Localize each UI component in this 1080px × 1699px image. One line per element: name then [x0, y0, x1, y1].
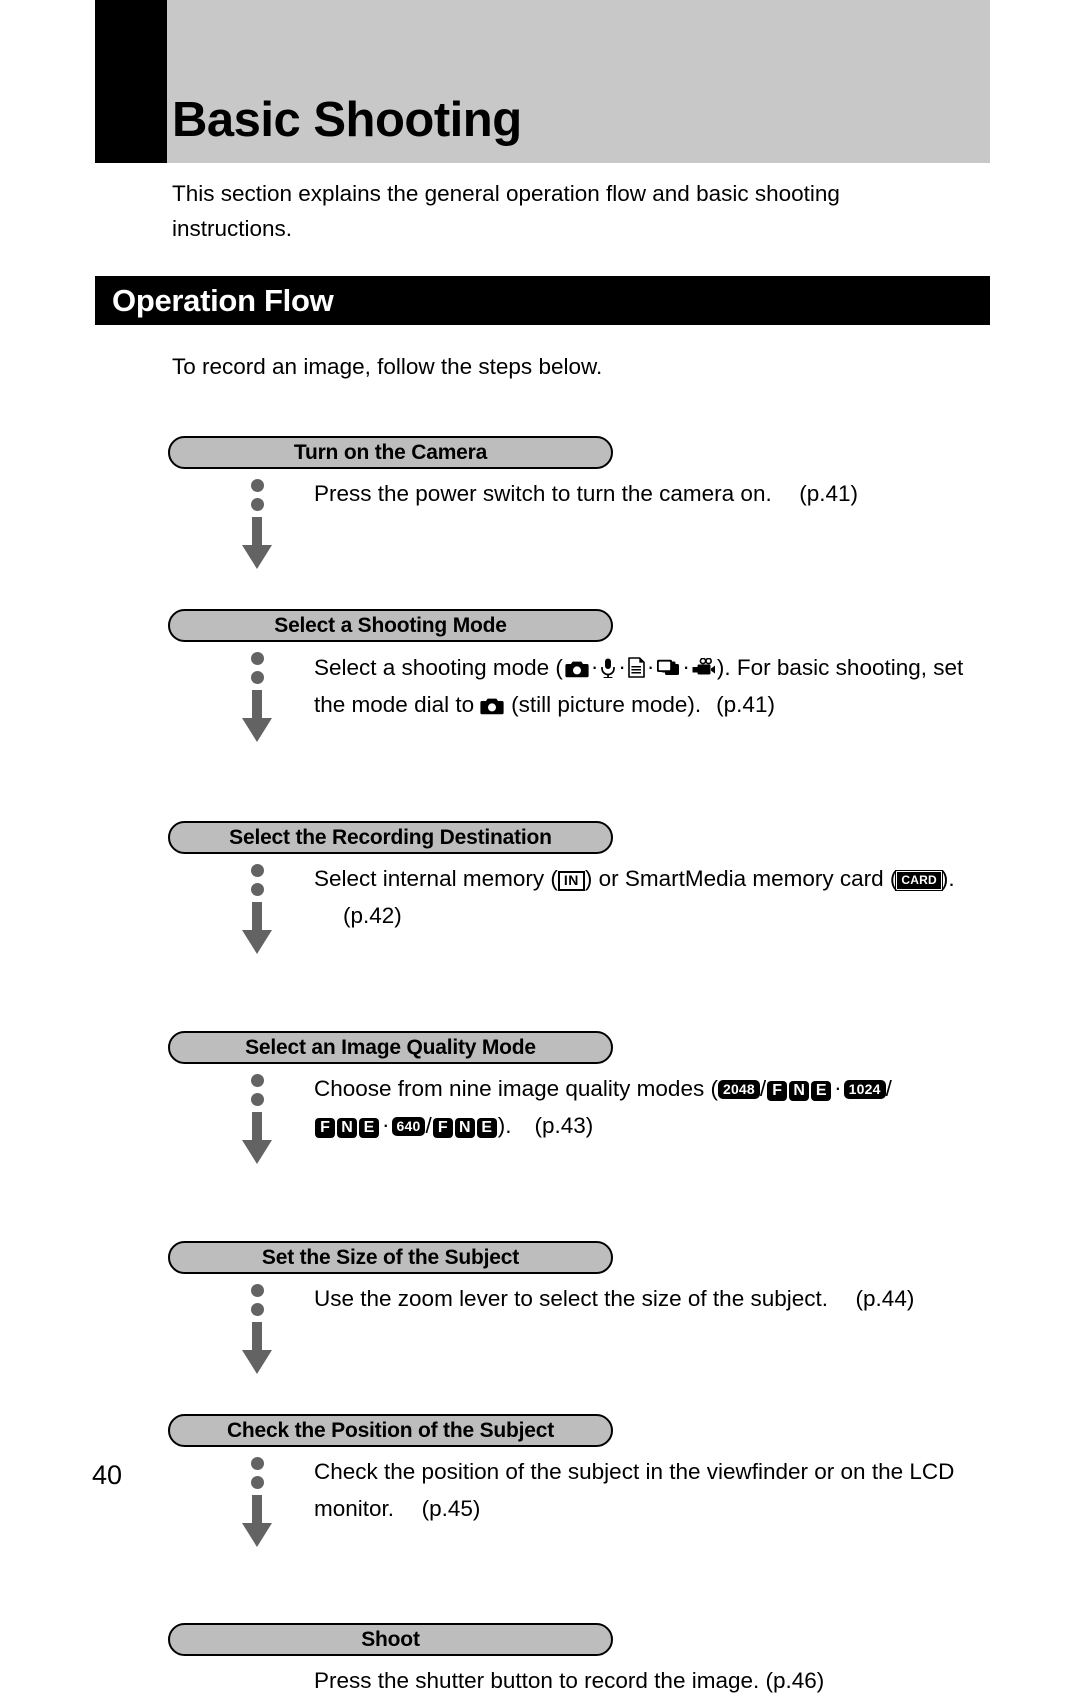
flow-step-select-an-image-quality-mode: Select an Image Quality Mode Choose from…	[168, 1031, 998, 1164]
flow-step-shoot: Shoot Press the shutter button to record…	[168, 1623, 998, 1699]
resolution-badge-2048: 2048	[717, 1080, 760, 1099]
flow-step-description: Select a shooting mode (· · · ·). For basic…	[314, 642, 994, 723]
step-text: Press the shutter button to record the i…	[314, 1668, 825, 1693]
quality-badge-e: E	[811, 1081, 832, 1101]
chapter-header-banner: Basic Shooting	[95, 0, 990, 163]
multi-shot-icon	[656, 659, 680, 678]
flow-step-description: Use the zoom lever to select the size of…	[314, 1274, 994, 1317]
quality-badge-f: F	[432, 1118, 453, 1138]
flow-step-label: Check the Position of the Subject	[168, 1414, 613, 1447]
section-title: Operation Flow	[112, 283, 334, 318]
quality-badge-n: N	[789, 1081, 810, 1101]
step-text: Use the zoom lever to select the size of…	[314, 1286, 829, 1311]
flow-step-label: Set the Size of the Subject	[168, 1241, 613, 1274]
step-text: ).	[497, 1113, 512, 1138]
page-reference: (p.45)	[421, 1496, 481, 1521]
flow-step-description: Select internal memory (IN) or SmartMedi…	[314, 854, 994, 934]
operation-flow-diagram: Turn on the Camera Press the power switc…	[168, 436, 998, 1699]
memory-card-badge: CARD	[895, 870, 943, 891]
separator-dot: ·	[646, 654, 655, 679]
step-text: Press the power switch to turn the camer…	[314, 481, 772, 506]
still-picture-icon	[480, 697, 504, 715]
quality-badge-e: E	[359, 1118, 379, 1138]
separator-dot: ·	[682, 654, 690, 679]
page-reference: (p.41)	[799, 481, 859, 506]
step-text: Select a shooting mode (	[314, 655, 563, 680]
flow-step-check-the-position-of-the-subject: Check the Position of the Subject Check …	[168, 1414, 998, 1547]
internal-memory-badge: IN	[557, 871, 585, 891]
flow-step-select-a-shooting-mode: Select a Shooting Mode Select a shooting…	[168, 609, 998, 742]
quality-badge-f: F	[315, 1118, 335, 1138]
flow-step-label: Select the Recording Destination	[168, 821, 613, 854]
section-leadin-text: To record an image, follow the steps bel…	[172, 354, 603, 379]
quality-badge-f: F	[767, 1081, 788, 1101]
quality-badge-e: E	[476, 1118, 497, 1138]
flow-step-description: Choose from nine image quality modes (20…	[314, 1064, 994, 1144]
step-text: (still picture mode).	[511, 692, 702, 717]
page-reference: (p.44)	[855, 1286, 915, 1311]
page-reference: (p.41)	[716, 692, 775, 717]
flow-step-description: Press the power switch to turn the camer…	[314, 469, 994, 512]
resolution-badge-1024: 1024	[843, 1080, 886, 1099]
page-number: 40	[92, 1460, 123, 1490]
flow-step-label: Turn on the Camera	[168, 436, 613, 469]
resolution-badge-640: 640	[391, 1117, 426, 1136]
movie-icon	[692, 658, 715, 678]
quality-badge-n: N	[337, 1118, 357, 1138]
still-picture-icon	[565, 660, 589, 678]
separator-dot: ·	[618, 654, 626, 679]
flow-step-turn-on-the-camera: Turn on the Camera Press the power switc…	[168, 436, 998, 569]
voice-memo-icon	[600, 658, 616, 678]
flow-step-select-the-recording-destination: Select the Recording Destination Select …	[168, 821, 998, 954]
flow-step-set-the-size-of-the-subject: Set the Size of the Subject Use the zoom…	[168, 1241, 998, 1374]
chapter-header-black-bar	[95, 0, 167, 163]
page-reference: (p.43)	[534, 1113, 594, 1138]
intro-paragraph: This section explains the general operat…	[172, 181, 840, 241]
separator-dot: ·	[590, 654, 599, 679]
section-header-bar: Operation Flow	[95, 276, 990, 325]
flow-step-label: Select a Shooting Mode	[168, 609, 613, 642]
page-reference: (p.42)	[343, 903, 402, 928]
step-text: Select internal memory (	[314, 866, 558, 891]
separator-dot: ·	[834, 1075, 842, 1100]
quality-badge-n: N	[454, 1118, 475, 1138]
text-mode-icon	[628, 657, 645, 678]
flow-step-description: Press the shutter button to record the i…	[314, 1656, 994, 1699]
page-title: Basic Shooting	[172, 93, 522, 147]
flow-step-label: Select an Image Quality Mode	[168, 1031, 613, 1064]
step-text: Choose from nine image quality modes (	[314, 1076, 718, 1101]
step-text: ) or SmartMedia memory card (	[584, 866, 898, 891]
separator-dot: ·	[382, 1112, 390, 1137]
flow-step-label: Shoot	[168, 1623, 613, 1656]
step-text: ).	[940, 866, 955, 891]
step-text: Check the position of the subject in the…	[314, 1459, 955, 1521]
flow-step-description: Check the position of the subject in the…	[314, 1447, 994, 1527]
